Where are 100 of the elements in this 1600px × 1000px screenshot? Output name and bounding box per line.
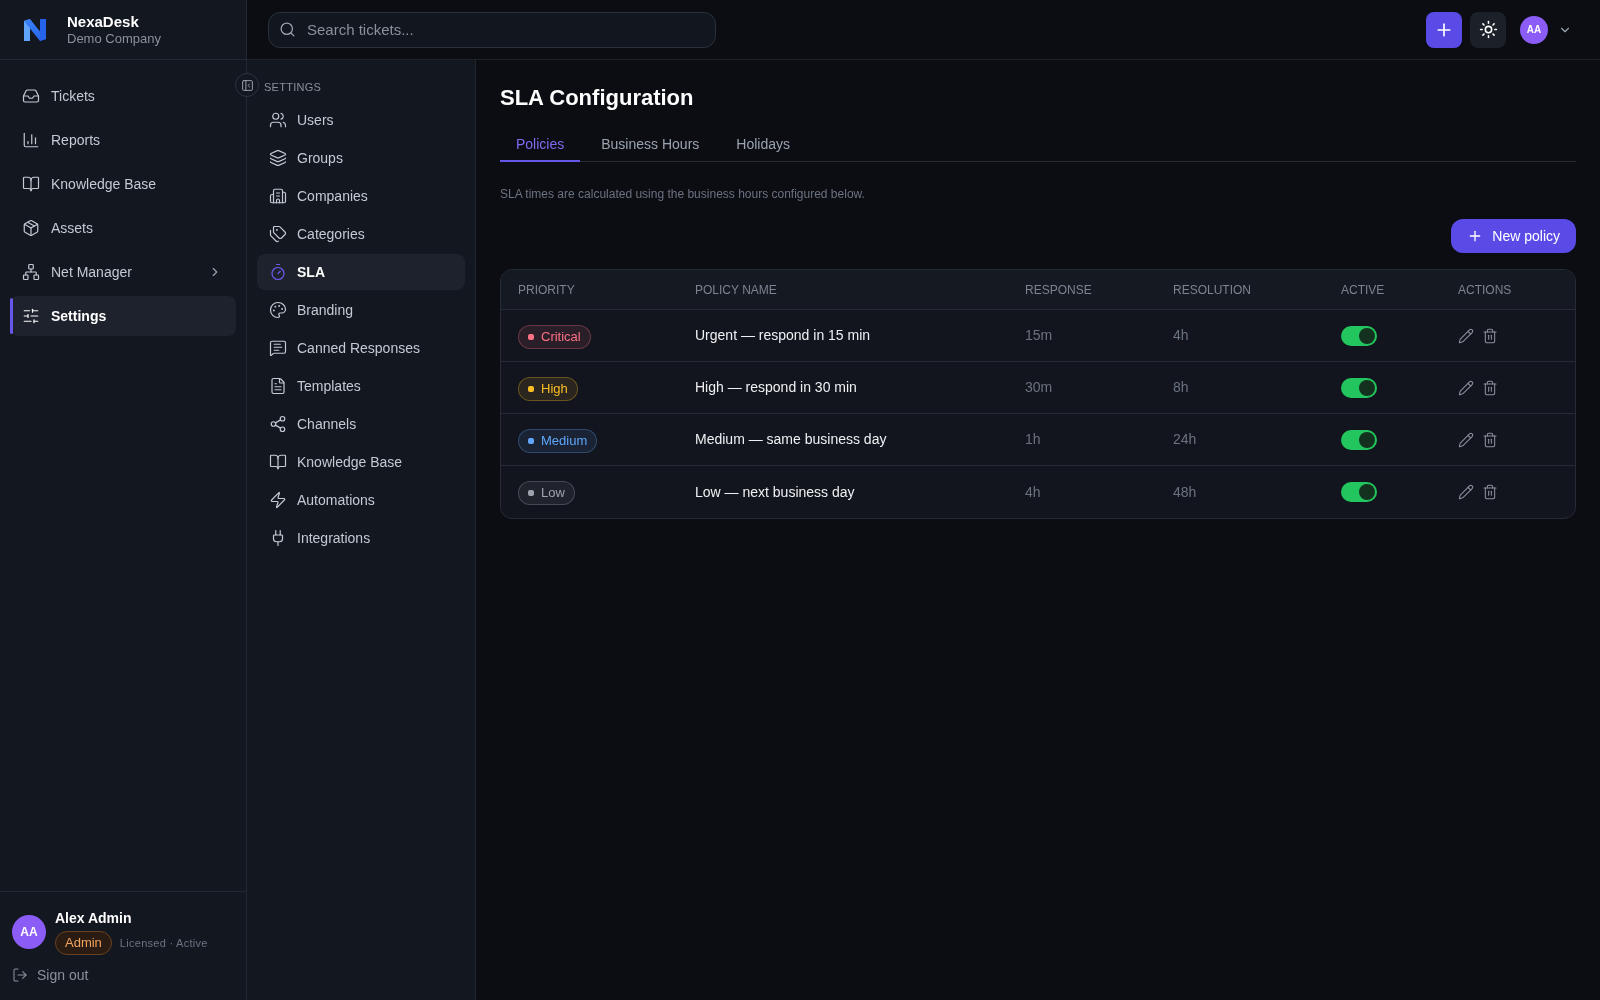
- table-cell-text: 15m: [1024, 326, 1054, 345]
- book-icon: [269, 453, 287, 471]
- page-title: SLA Configuration: [500, 84, 695, 112]
- sliders-icon: [22, 307, 40, 325]
- description-text: SLA times are calculated using the business hours configured below.: [500, 186, 866, 202]
- table-cell-text: Medium — same business day: [694, 430, 888, 449]
- section-heading: SETTINGS: [263, 80, 323, 94]
- sidebar-item[interactable]: Assets: [10, 208, 236, 248]
- table-cell-text: 30m: [1024, 378, 1054, 397]
- pencil-icon: [1458, 484, 1474, 500]
- settings-nav-item[interactable]: Automations: [257, 482, 465, 518]
- trash-icon: [1482, 379, 1498, 396]
- search-field[interactable]: Search tickets...: [268, 11, 716, 48]
- sidebar-item[interactable]: Net Manager: [10, 252, 236, 292]
- edit-button[interactable]: [1458, 484, 1474, 500]
- table-cell-text: 4h: [1024, 482, 1042, 502]
- building-icon: [269, 187, 287, 205]
- palette-icon: [269, 301, 287, 319]
- sidebar-item[interactable]: Tickets: [10, 76, 236, 116]
- sidebar-item[interactable]: Settings: [10, 296, 236, 336]
- network-icon: [22, 263, 40, 281]
- trash-icon: [1482, 327, 1498, 344]
- settings-nav-item[interactable]: Categories: [257, 216, 465, 252]
- priority-label: Low: [541, 484, 565, 503]
- trash-icon: [1482, 484, 1498, 500]
- settings-nav-item[interactable]: Channels: [257, 406, 465, 442]
- toggle-switch[interactable]: [1341, 482, 1377, 502]
- column-header: ACTIVE: [1340, 281, 1386, 299]
- settings-nav-item[interactable]: Templates: [257, 368, 465, 404]
- brand-subtitle: Demo Company: [67, 30, 161, 47]
- table-cell-text: 24h: [1172, 430, 1198, 449]
- logo-icon: [24, 17, 46, 42]
- edit-button[interactable]: [1458, 379, 1474, 396]
- table-cell-text: Urgent — respond in 15 min: [694, 326, 872, 345]
- column-header: POLICY NAME: [694, 281, 778, 299]
- sidebar-item[interactable]: Reports: [10, 120, 236, 160]
- user-avatar: AA: [1520, 15, 1548, 44]
- tag-icon: [269, 225, 287, 243]
- sun-icon: [1478, 20, 1498, 39]
- settings-nav-item[interactable]: Integrations: [257, 520, 465, 556]
- sign-out-icon: [12, 967, 28, 983]
- priority-label: High: [541, 379, 568, 398]
- priority-label: Critical: [541, 327, 581, 346]
- layers-icon: [269, 149, 287, 167]
- delete-button[interactable]: [1482, 431, 1498, 448]
- add-button[interactable]: [1426, 11, 1462, 48]
- table-cell-text: Low — next business day: [694, 482, 856, 502]
- settings-nav-item[interactable]: Groups: [257, 140, 465, 176]
- settings-nav-item[interactable]: Knowledge Base: [257, 444, 465, 480]
- brand-name: NexaDesk: [67, 12, 140, 31]
- panel-left-icon: [240, 78, 254, 92]
- user-menu-button[interactable]: AA: [1520, 15, 1572, 44]
- table-cell-text: 8h: [1172, 378, 1190, 397]
- delete-button[interactable]: [1482, 379, 1498, 396]
- box-icon: [22, 219, 40, 237]
- column-header: RESPONSE: [1024, 281, 1093, 299]
- edit-button[interactable]: [1458, 431, 1474, 448]
- toggle-switch[interactable]: [1341, 377, 1377, 398]
- table-cell-text: High — respond in 30 min: [694, 378, 858, 397]
- column-header: PRIORITY: [517, 281, 576, 299]
- settings-nav-item[interactable]: Branding: [257, 292, 465, 328]
- toggle-switch[interactable]: [1341, 429, 1377, 450]
- settings-nav-item[interactable]: Canned Responses: [257, 330, 465, 366]
- theme-toggle-button[interactable]: [1470, 11, 1506, 48]
- book-icon: [22, 175, 40, 193]
- new-policy-button[interactable]: New policy: [1451, 219, 1576, 253]
- trash-icon: [1482, 431, 1498, 448]
- role-tag: Admin: [55, 931, 112, 955]
- delete-button[interactable]: [1482, 327, 1498, 344]
- tab[interactable]: Holidays: [720, 128, 806, 162]
- table-cell-text: 4h: [1172, 326, 1190, 345]
- user-avatar: AA: [12, 915, 46, 949]
- edit-button[interactable]: [1458, 327, 1474, 344]
- settings-nav-item[interactable]: SLA: [257, 254, 465, 290]
- delete-button[interactable]: [1482, 484, 1498, 500]
- column-header: ACTIONS: [1457, 281, 1513, 299]
- search-icon: [279, 20, 296, 38]
- document-icon: [269, 377, 287, 395]
- pencil-icon: [1458, 379, 1474, 396]
- lightning-icon: [269, 491, 287, 509]
- table-cell-text: 1h: [1024, 430, 1042, 449]
- tab[interactable]: Policies: [500, 128, 581, 162]
- toggle-switch[interactable]: [1341, 325, 1377, 346]
- inbox-icon: [22, 87, 40, 105]
- user-name: Alex Admin: [55, 909, 133, 927]
- sidebar-item[interactable]: Knowledge Base: [10, 164, 236, 204]
- share-icon: [269, 415, 287, 433]
- tab[interactable]: Business Hours: [585, 128, 716, 162]
- pencil-icon: [1458, 327, 1474, 344]
- sign-out-button[interactable]: Sign out: [12, 965, 234, 985]
- users-icon: [269, 111, 287, 129]
- settings-nav-item[interactable]: Companies: [257, 178, 465, 214]
- message-icon: [269, 339, 287, 357]
- column-header: RESOLUTION: [1172, 281, 1252, 299]
- timer-icon: [269, 263, 287, 281]
- bar-chart-icon: [22, 131, 40, 149]
- license-status: Licensed · Active: [119, 935, 208, 951]
- settings-nav-item[interactable]: Users: [257, 102, 465, 138]
- table-cell-text: 48h: [1172, 482, 1198, 502]
- pencil-icon: [1458, 431, 1474, 448]
